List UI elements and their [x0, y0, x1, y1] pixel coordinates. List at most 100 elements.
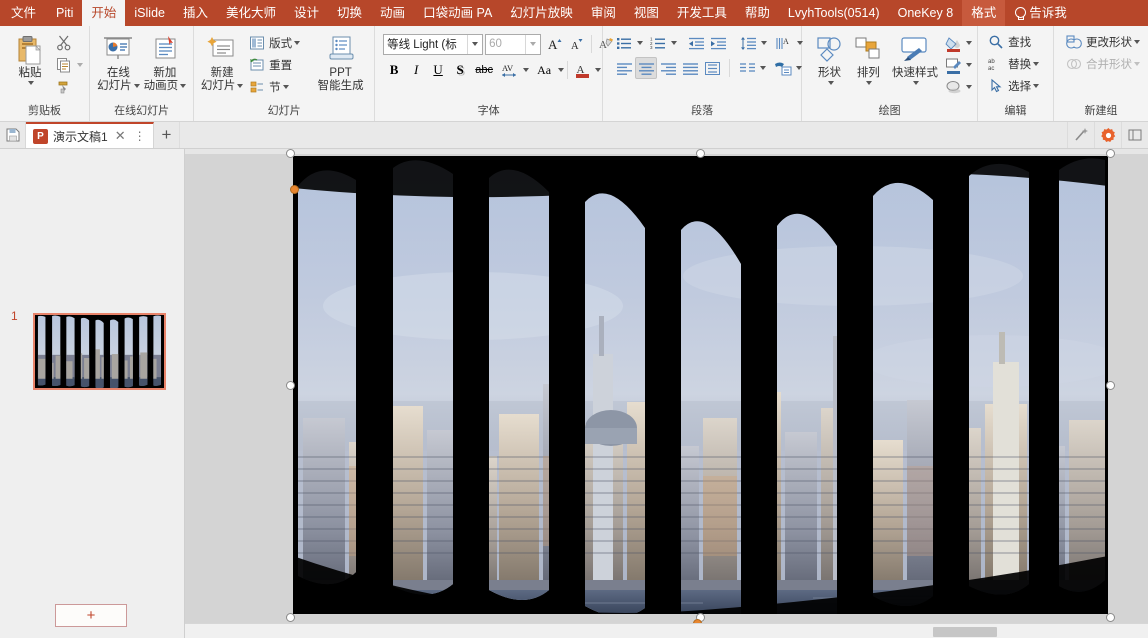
reset-button[interactable]: 重置 — [245, 54, 304, 76]
menu-tab-developer[interactable]: 开发工具 — [668, 0, 736, 26]
tell-me-button[interactable]: 告诉我 — [1005, 0, 1076, 26]
chevron-down-icon[interactable] — [180, 83, 187, 88]
grow-font-button[interactable]: A — [544, 33, 566, 55]
chevron-down-icon[interactable] — [827, 80, 834, 85]
justify-button[interactable] — [679, 57, 701, 79]
underline-button[interactable]: U — [427, 59, 449, 81]
columns-button[interactable] — [736, 57, 758, 79]
numbering-button[interactable]: 1 2 3 — [647, 32, 669, 54]
change-shape-button[interactable]: 更改形状 — [1062, 31, 1144, 53]
arrange-button[interactable]: 排列 — [849, 30, 888, 92]
menu-tab-onekey[interactable]: OneKey 8 — [889, 0, 963, 26]
shape-outline-button[interactable] — [942, 54, 964, 76]
menu-tab-help[interactable]: 帮助 — [736, 0, 779, 26]
chevron-down-icon[interactable] — [966, 63, 973, 67]
shapes-button[interactable]: 形状 — [810, 30, 849, 92]
character-spacing-button[interactable]: AV — [497, 59, 521, 81]
menu-tab-design[interactable]: 设计 — [285, 0, 328, 26]
menu-tab-beautify[interactable]: 美化大师 — [217, 0, 285, 26]
paste-button[interactable]: 粘贴 — [8, 30, 52, 92]
menu-tab-file[interactable]: 文件 — [0, 0, 47, 26]
more-icon[interactable]: ⋮ — [133, 129, 147, 143]
menu-tab-piti[interactable]: Piti — [47, 0, 82, 26]
ppt-smart-generate-button[interactable]: PPT 智能生成 — [312, 30, 369, 96]
replace-button[interactable]: ab ac 替换 — [984, 53, 1043, 75]
chevron-down-icon[interactable] — [671, 41, 678, 45]
shape-effects-button[interactable] — [942, 76, 964, 98]
shrink-font-button[interactable]: A — [566, 33, 588, 55]
slide-canvas[interactable] — [293, 156, 1108, 614]
align-center-button[interactable] — [635, 57, 658, 79]
horizontal-scrollbar[interactable] — [185, 623, 1148, 638]
menu-tab-insert[interactable]: 插入 — [174, 0, 217, 26]
menu-tab-lvyhtools[interactable]: LvyhTools(0514) — [779, 0, 889, 26]
chevron-down-icon[interactable] — [966, 41, 973, 45]
menu-tab-transitions[interactable]: 切换 — [328, 0, 371, 26]
magic-wand-button[interactable] — [1067, 122, 1094, 148]
settings-button[interactable] — [1094, 122, 1121, 148]
handle-bottom-right[interactable] — [1106, 613, 1115, 622]
save-button[interactable] — [0, 122, 26, 148]
chevron-down-icon[interactable] — [28, 80, 34, 85]
font-size-combo[interactable]: 60 — [485, 33, 542, 55]
copy-button[interactable] — [53, 54, 75, 76]
menu-tab-view[interactable]: 视图 — [625, 0, 668, 26]
font-name-combo[interactable]: 等线 Light (标 — [383, 33, 484, 55]
line-spacing-button[interactable] — [737, 32, 759, 54]
add-slide-button[interactable]: + — [55, 604, 127, 627]
close-icon[interactable]: ✕ — [113, 128, 128, 144]
menu-tab-format[interactable]: 格式 — [962, 0, 1006, 26]
layout-button[interactable]: 版式 — [245, 32, 304, 54]
merge-shapes-button[interactable]: 合并形状 — [1062, 53, 1144, 75]
slide-thumbnail-1[interactable] — [33, 313, 166, 390]
chevron-down-icon[interactable] — [282, 85, 289, 89]
panel-button[interactable] — [1121, 122, 1148, 148]
slide-thumbnail-pane[interactable]: 1 + — [0, 149, 185, 638]
font-color-button[interactable]: A — [571, 59, 593, 81]
decrease-indent-button[interactable] — [685, 32, 707, 54]
menu-tab-islide[interactable]: iSlide — [125, 0, 174, 26]
chevron-down-icon[interactable] — [525, 34, 540, 54]
chevron-down-icon[interactable] — [760, 66, 767, 70]
increase-indent-button[interactable] — [707, 32, 729, 54]
distribute-button[interactable] — [701, 57, 723, 79]
bold-button[interactable]: B — [383, 59, 405, 81]
chevron-down-icon[interactable] — [761, 41, 768, 45]
handle-bottom-center[interactable] — [696, 613, 705, 622]
handle-bottom-left[interactable] — [286, 613, 295, 622]
strikethrough-button[interactable]: abc — [471, 59, 497, 81]
chevron-down-icon[interactable] — [966, 85, 973, 89]
align-right-button[interactable] — [657, 57, 679, 79]
menu-tab-slideshow[interactable]: 幻灯片放映 — [501, 0, 582, 26]
new-tab-button[interactable]: + — [154, 122, 180, 148]
section-button[interactable]: 节 — [245, 76, 304, 98]
convert-smartart-button[interactable] — [772, 57, 794, 79]
find-button[interactable]: 查找 — [984, 31, 1035, 53]
align-left-button[interactable] — [613, 57, 635, 79]
text-shadow-button[interactable]: S — [449, 59, 471, 81]
chevron-down-icon[interactable] — [1033, 62, 1040, 66]
chevron-down-icon[interactable] — [1033, 84, 1040, 88]
menu-tab-animations[interactable]: 动画 — [371, 0, 414, 26]
picture-blinds[interactable] — [293, 156, 1108, 614]
chevron-down-icon[interactable] — [467, 34, 482, 54]
menu-tab-review[interactable]: 审阅 — [582, 0, 625, 26]
chevron-down-icon[interactable] — [558, 68, 565, 72]
document-tab-1[interactable]: P 演示文稿1 ✕ ⋮ — [26, 122, 154, 148]
chevron-down-icon[interactable] — [637, 41, 644, 45]
chevron-down-icon[interactable] — [1134, 62, 1140, 66]
menu-tab-home[interactable]: 开始 — [82, 0, 126, 26]
slide-editor-pane[interactable] — [185, 149, 1148, 638]
menu-tab-pocket-animation[interactable]: 口袋动画 PA — [414, 0, 501, 26]
italic-button[interactable]: I — [405, 59, 427, 81]
quick-styles-button[interactable]: 快速样式 — [888, 30, 942, 92]
chevron-down-icon[interactable] — [595, 68, 602, 72]
chevron-down-icon[interactable] — [866, 80, 873, 85]
change-case-button[interactable]: Aa — [532, 59, 556, 81]
chevron-down-icon[interactable] — [77, 63, 83, 67]
horizontal-scroll-thumb[interactable] — [933, 627, 997, 637]
cut-button[interactable] — [53, 32, 75, 54]
chevron-down-icon[interactable] — [237, 83, 244, 88]
format-painter-button[interactable] — [53, 76, 75, 98]
chevron-down-icon[interactable] — [294, 41, 301, 45]
